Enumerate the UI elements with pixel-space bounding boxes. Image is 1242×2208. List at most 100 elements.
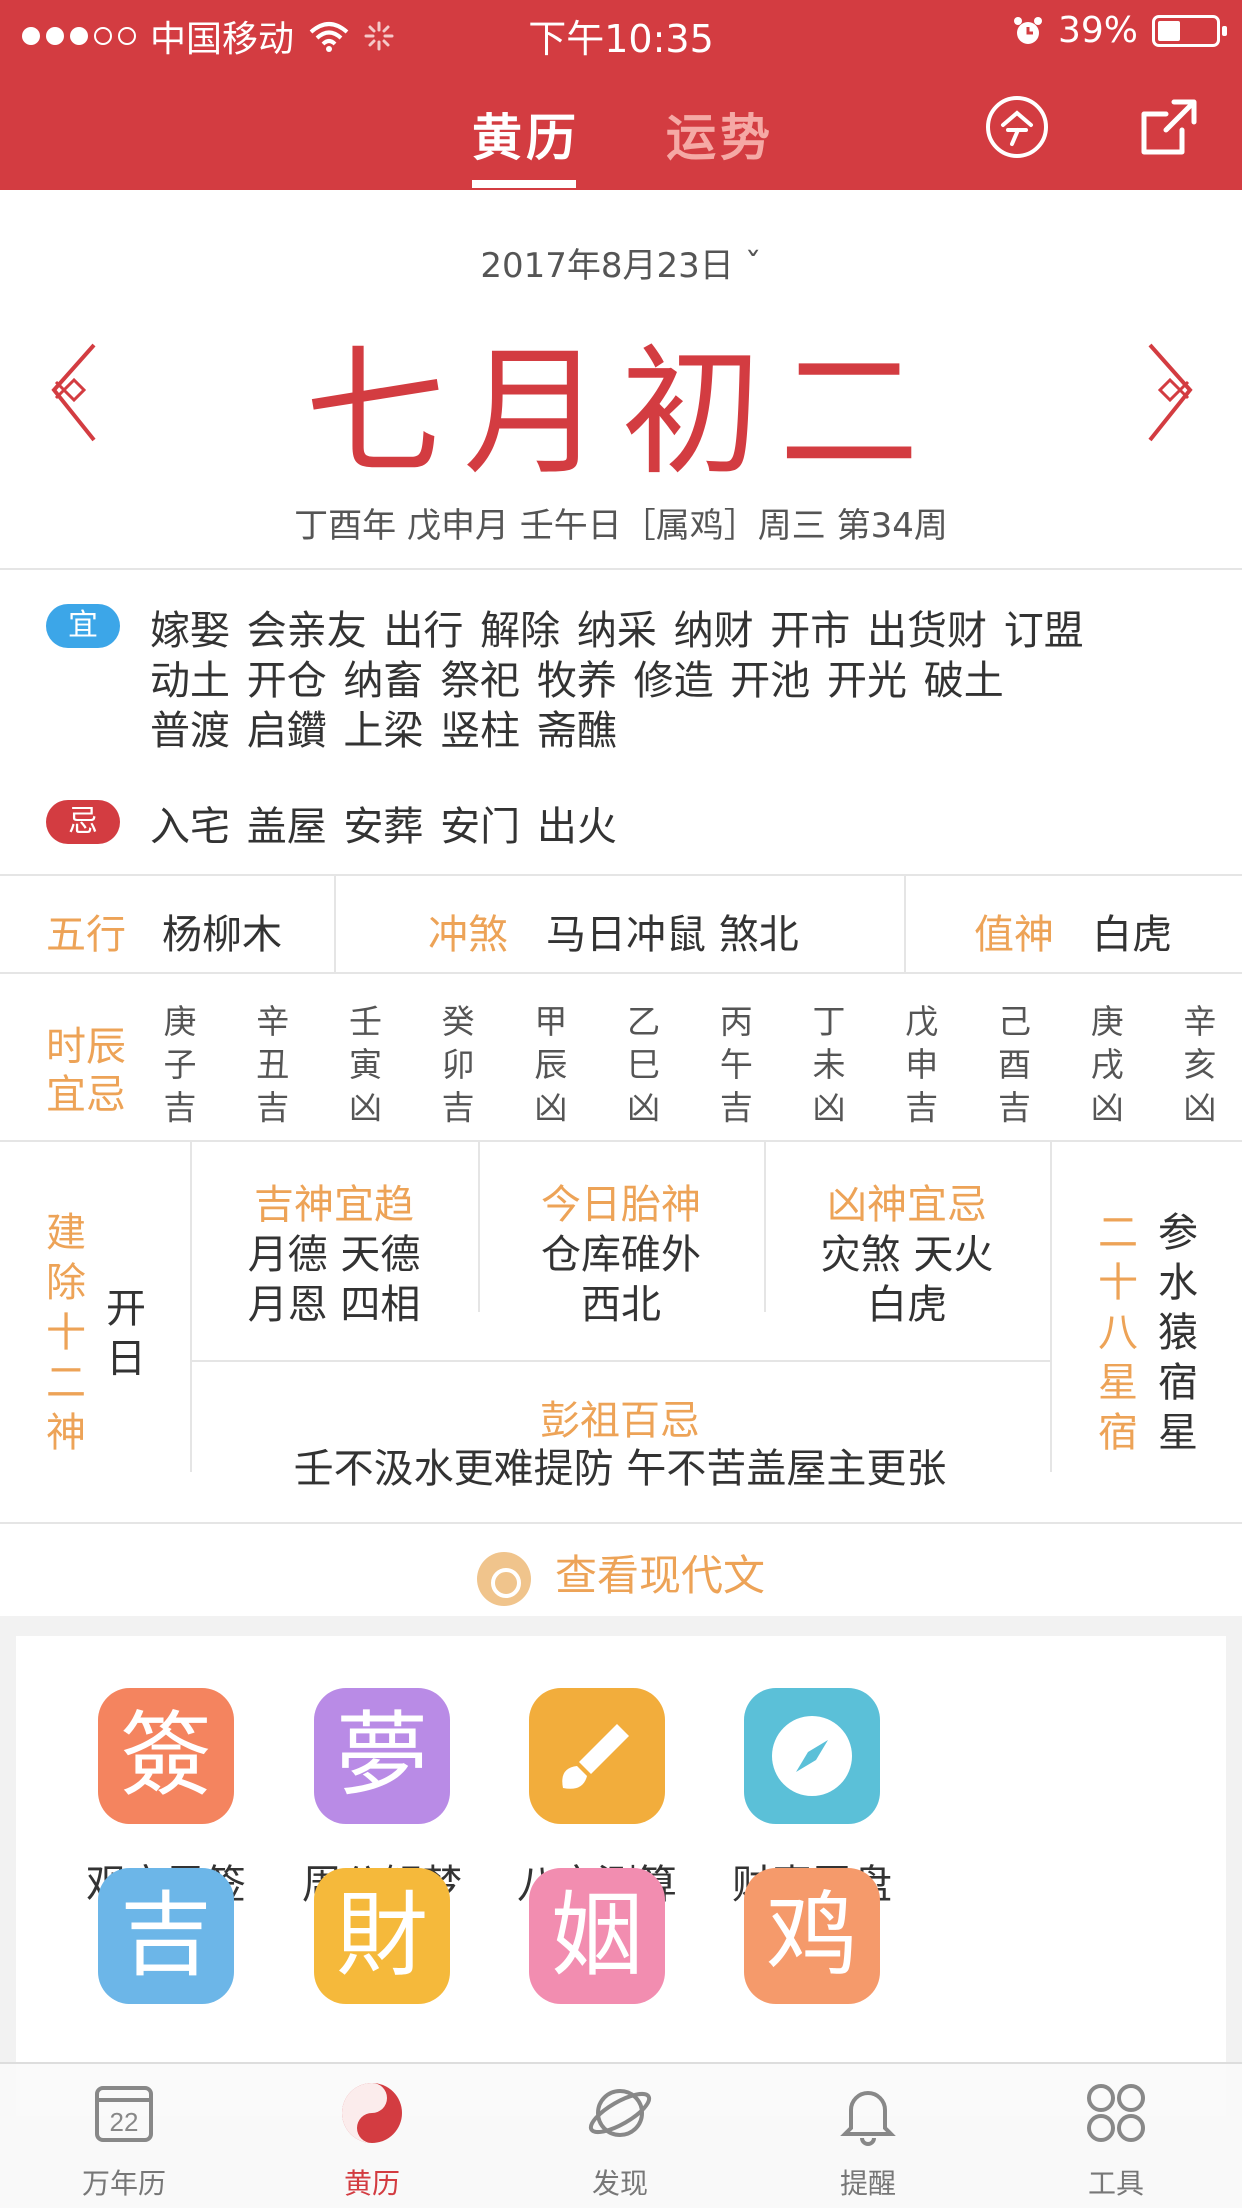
- tool-icon: 財: [314, 1868, 450, 2004]
- jianchu-value: 开日: [104, 1284, 148, 1384]
- jishen-text: 月德 天德: [247, 1232, 421, 1278]
- ganzhi-line: 丁酉年 戊申月 壬午日［属鸡］周三 第34周: [294, 506, 948, 546]
- vertical-char: 星: [1098, 1360, 1138, 1406]
- hour-char: 癸: [441, 1002, 475, 1041]
- calendar-icon: 22: [95, 2086, 153, 2142]
- hour-column: 壬寅凶: [345, 1000, 385, 1129]
- hour-char: 辛: [1183, 1002, 1217, 1041]
- planet-icon: [588, 2089, 652, 2137]
- hour-char: 丙: [719, 1002, 753, 1041]
- taishen-text: 仓库碓外: [541, 1232, 701, 1278]
- calendar-badge: 22: [110, 2107, 139, 2137]
- vertical-char: 日: [106, 1336, 146, 1382]
- hour-char: 亥: [1183, 1045, 1217, 1084]
- hour-char: 吉: [256, 1088, 290, 1127]
- hour-column: 乙巳凶: [624, 1000, 664, 1129]
- vertical-char: 宿: [1158, 1360, 1198, 1406]
- vertical-char: 参: [1158, 1210, 1198, 1256]
- hour-char: 丑: [256, 1045, 290, 1084]
- hour-char: 凶: [348, 1088, 382, 1127]
- yi-badge: 宜: [46, 604, 120, 648]
- status-bar: 中国移动 下午10:35 39%: [0, 0, 1242, 62]
- modern-text-link[interactable]: 查看现代文: [555, 1551, 765, 1600]
- xingxiu-value: 参水猿宿星: [1156, 1208, 1200, 1458]
- battery-icon: [1152, 14, 1227, 47]
- tabbar-item-calendar[interactable]: 22 万年历: [44, 2078, 204, 2202]
- vertical-char: 十: [1098, 1260, 1138, 1306]
- hour-char: 吉: [905, 1088, 939, 1127]
- taishen-text: 西北: [581, 1282, 661, 1328]
- wuxing-value: 杨柳木: [162, 912, 282, 958]
- ji-badge: 忌: [46, 800, 120, 844]
- vertical-char: 二: [1098, 1210, 1138, 1256]
- brush-icon: [562, 1724, 629, 1789]
- tabbar-item-discover[interactable]: 发现: [540, 2078, 700, 2202]
- zhishen-label: 值神: [974, 912, 1054, 958]
- hour-char: 乙: [627, 1002, 661, 1041]
- hour-char: 未: [812, 1045, 846, 1084]
- hour-char: 辛: [256, 1002, 290, 1041]
- tabbar-item-tools[interactable]: 工具: [1036, 2078, 1196, 2202]
- hour-column: 辛亥凶: [1180, 1000, 1220, 1129]
- hour-char: 巳: [627, 1045, 661, 1084]
- huangli-icon: [342, 2083, 402, 2143]
- tabbar-label: 万年历: [81, 2167, 166, 2200]
- today-icon[interactable]: [982, 92, 1052, 162]
- vertical-char: 宿: [1098, 1410, 1138, 1456]
- vertical-char: 猿: [1158, 1310, 1198, 1356]
- xiongshen-title: 凶神宜忌: [827, 1182, 987, 1228]
- hour-char: 吉: [441, 1088, 475, 1127]
- hour-char: 壬: [348, 1002, 382, 1041]
- tool-icon: 吉: [98, 1868, 234, 2004]
- vertical-char: 开: [106, 1286, 146, 1332]
- pengzu-title: 彭祖百忌: [540, 1398, 700, 1444]
- hour-char: 凶: [627, 1088, 661, 1127]
- modern-text-bar[interactable]: 查看现代文: [0, 1524, 1242, 1616]
- hour-char: 庚: [163, 1002, 197, 1041]
- vertical-char: 除: [46, 1260, 86, 1306]
- bottom-tabbar: 22 万年历 黄历 发现 提醒 工具: [0, 2062, 1242, 2208]
- tool-icon: 姻: [529, 1868, 665, 2004]
- share-icon[interactable]: [1134, 92, 1204, 162]
- tool-item[interactable]: 鸡: [662, 1868, 962, 2004]
- jianchu-label: 建除十二神: [44, 1208, 88, 1458]
- hour-char: 吉: [997, 1088, 1031, 1127]
- xingxiu-label: 二十八星宿: [1096, 1208, 1140, 1458]
- grid-icon: [1087, 2084, 1145, 2142]
- chongsha-label: 冲煞: [428, 912, 508, 958]
- pengzu-text: 壬不汲水更难提防 午不苦盖屋主更张: [293, 1446, 947, 1492]
- hour-column: 辛丑吉: [253, 1000, 293, 1129]
- hour-column: 丙午吉: [716, 1000, 756, 1129]
- hour-char: 卯: [441, 1045, 475, 1084]
- tabbar-item-huangli[interactable]: 黄历: [292, 2078, 452, 2202]
- hour-column: 甲辰凶: [531, 1000, 571, 1129]
- hour-char: 寅: [348, 1045, 382, 1084]
- hour-list: 庚子吉辛丑吉壬寅凶癸卯吉甲辰凶乙巳凶丙午吉丁未凶戊申吉己酉吉庚戌凶辛亥凶: [160, 1000, 1220, 1129]
- hour-char: 申: [905, 1045, 939, 1084]
- vertical-char: 星: [1158, 1410, 1198, 1456]
- hour-char: 庚: [1090, 1002, 1124, 1041]
- tool-icon: [744, 1688, 880, 1824]
- hour-column: 癸卯吉: [438, 1000, 478, 1129]
- hour-char: 吉: [163, 1088, 197, 1127]
- alarm-icon: [1013, 16, 1042, 44]
- date-selector[interactable]: 2017年8月23日 ˇ: [0, 238, 1242, 287]
- tool-icon: 鸡: [744, 1868, 880, 2004]
- tab-huangli[interactable]: 黄历: [472, 98, 580, 170]
- hour-char: 丁: [812, 1002, 846, 1041]
- zhishen-value: 白虎: [1092, 912, 1172, 958]
- vertical-char: 建: [46, 1210, 86, 1256]
- jishen-title: 吉神宜趋: [254, 1182, 414, 1228]
- hour-char: 甲: [534, 1002, 568, 1041]
- next-day-arrow-icon[interactable]: [1140, 340, 1200, 450]
- tabbar-item-reminder[interactable]: 提醒: [788, 2078, 948, 2202]
- tab-yunshi[interactable]: 运势: [666, 98, 774, 170]
- tool-grid: 簽观音灵签夢周公解梦八字测算财喜罗盘吉財姻鸡: [16, 1636, 1226, 2116]
- lunar-date: 七月初二: [304, 332, 937, 495]
- hour-column: 庚子吉: [160, 1000, 200, 1129]
- hour-char: 戌: [1090, 1045, 1124, 1084]
- bell-icon: [840, 2091, 896, 2146]
- wuxing-label: 五行: [46, 912, 126, 958]
- tool-icon: 簽: [98, 1688, 234, 1824]
- hour-char: 己: [997, 1002, 1031, 1041]
